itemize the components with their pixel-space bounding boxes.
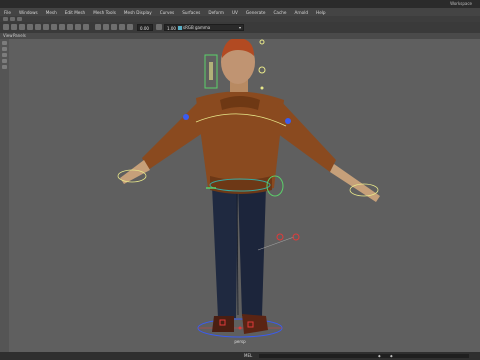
menu-cache[interactable]: Cache [273, 10, 286, 15]
rotate-tool-icon[interactable] [2, 65, 7, 69]
field-chart-icon[interactable] [67, 24, 73, 30]
menu-deform[interactable]: Deform [208, 10, 224, 15]
menu-generate[interactable]: Generate [246, 10, 266, 15]
left-shoulder-control[interactable] [183, 114, 189, 120]
main-menubar: File Windows Mesh Edit Mesh Mesh Tools M… [0, 8, 480, 16]
menu-curves[interactable]: Curves [160, 10, 175, 15]
exposure-field[interactable]: 0.00 [137, 24, 153, 31]
gate-mask-icon[interactable] [59, 24, 65, 30]
shelf-tool-icon[interactable] [17, 17, 22, 21]
right-leg [238, 186, 266, 316]
gamma-icon [156, 24, 162, 30]
film-gate-icon[interactable] [43, 24, 49, 30]
wireframe-icon[interactable] [95, 24, 101, 30]
menu-mesh[interactable]: Mesh [46, 10, 57, 15]
3d-viewport[interactable]: persp [9, 39, 480, 352]
smooth-shade-icon[interactable] [103, 24, 109, 30]
menu-file[interactable]: File [4, 10, 11, 15]
head-aim-control[interactable] [258, 66, 266, 74]
status-icon: ◆ [378, 354, 381, 358]
status-icon: ◆ [390, 354, 393, 358]
textured-icon[interactable] [111, 24, 117, 30]
grid-icon[interactable] [35, 24, 41, 30]
lasso-tool-icon[interactable] [2, 47, 7, 51]
chevron-down-icon: ▾ [238, 25, 241, 30]
root-pivot[interactable] [238, 326, 242, 330]
tool-box [0, 39, 9, 352]
viewport-scene[interactable]: persp [9, 39, 480, 352]
image-plane-icon[interactable] [27, 24, 33, 30]
right-hand [330, 164, 380, 202]
left-sleeve [142, 100, 210, 170]
select-camera-icon[interactable] [3, 24, 9, 30]
safe-action-icon[interactable] [75, 24, 81, 30]
left-hand [120, 160, 150, 184]
script-mode-label[interactable]: MEL [244, 352, 252, 360]
lock-camera-icon[interactable] [11, 24, 17, 30]
move-tool-icon[interactable] [2, 59, 7, 63]
paint-select-icon[interactable] [2, 53, 7, 57]
workspace-label: Workspace [450, 1, 472, 6]
shadows-icon[interactable] [127, 24, 133, 30]
viewport-toolbar: 0.00 1.00 sRGB gamma ▾ [0, 22, 480, 33]
shelf-tool-icon[interactable] [3, 17, 8, 21]
command-input[interactable] [259, 354, 469, 358]
head-control-inner [209, 62, 213, 80]
select-tool-icon[interactable] [2, 41, 7, 45]
color-space-value: sRGB gamma [183, 25, 211, 30]
menu-help[interactable]: Help [316, 10, 326, 15]
right-shoe [242, 314, 268, 334]
safe-title-icon[interactable] [83, 24, 89, 30]
command-line: MEL ◆ ◆ [0, 352, 480, 360]
menu-arnold[interactable]: Arnold [294, 10, 308, 15]
left-leg [212, 186, 238, 318]
eye-target-control[interactable] [259, 39, 265, 45]
bookmark-icon[interactable] [19, 24, 25, 30]
menu-mesh-display[interactable]: Mesh Display [124, 10, 152, 15]
viewport-camera-label: persp [234, 339, 246, 344]
menu-windows[interactable]: Windows [19, 10, 38, 15]
menu-uv[interactable]: UV [232, 10, 238, 15]
shelf-tool-icon[interactable] [10, 17, 15, 21]
knee-pole-control[interactable] [276, 233, 284, 241]
menu-surfaces[interactable]: Surfaces [182, 10, 200, 15]
menu-mesh-tools[interactable]: Mesh Tools [93, 10, 116, 15]
menu-edit-mesh[interactable]: Edit Mesh [65, 10, 85, 15]
color-space-swatch [178, 26, 182, 30]
head-pivot-control[interactable] [260, 86, 264, 90]
left-shoe [212, 316, 234, 332]
lights-icon[interactable] [119, 24, 125, 30]
title-strip: Workspace [0, 0, 480, 8]
right-shoulder-control[interactable] [285, 118, 291, 124]
leg-seam [236, 189, 239, 316]
resolution-gate-icon[interactable] [51, 24, 57, 30]
color-space-dropdown[interactable]: sRGB gamma ▾ [176, 24, 244, 31]
